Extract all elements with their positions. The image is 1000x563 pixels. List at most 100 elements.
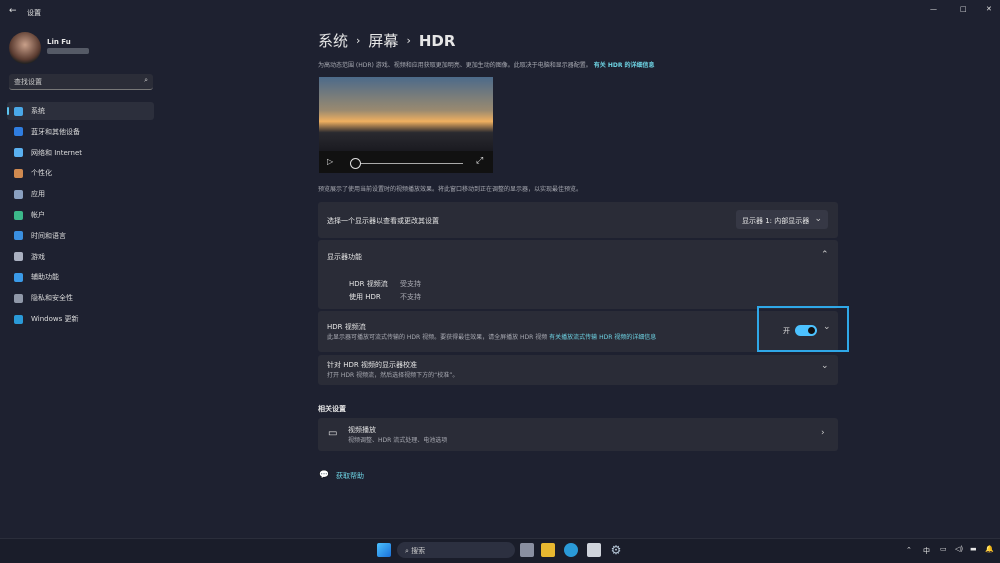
sidebar-item[interactable]: 蓝牙和其他设备 bbox=[7, 123, 154, 141]
sidebar-item[interactable]: 时间和语言 bbox=[7, 227, 154, 245]
user-email-redacted bbox=[47, 48, 89, 54]
nav-icon bbox=[14, 189, 23, 199]
capability-key: HDR 视频流 bbox=[349, 280, 388, 288]
breadcrumb: 系统 › 屏幕 › HDR bbox=[318, 30, 455, 51]
nav-icon bbox=[14, 252, 23, 262]
capability-key: 使用 HDR bbox=[349, 293, 381, 301]
hdr-info-link[interactable]: 有关 HDR 的详细信息 bbox=[594, 62, 655, 69]
sidebar-item[interactable]: 系统 bbox=[7, 102, 154, 120]
video-playback-row[interactable]: ▭ 视频播放 视频调整、HDR 流式处理、电池选项 › bbox=[318, 418, 838, 451]
nav-icon bbox=[14, 168, 23, 178]
taskbar-search-label: 搜索 bbox=[411, 547, 426, 555]
sidebar-item-label: 隐私和安全性 bbox=[31, 294, 73, 303]
search-icon: ⌕ bbox=[144, 76, 148, 84]
breadcrumb-display[interactable]: 屏幕 bbox=[368, 30, 398, 51]
sidebar-item[interactable]: 隐私和安全性 bbox=[7, 289, 154, 307]
nav-icon bbox=[14, 106, 23, 116]
breadcrumb-sep: › bbox=[356, 34, 361, 47]
calibration-title: 针对 HDR 视频的显示器校准 bbox=[327, 361, 417, 369]
sidebar-item-label: 个性化 bbox=[31, 169, 52, 178]
sidebar-item-label: 网络和 Internet bbox=[31, 148, 83, 157]
description-text: 为高动态范围 (HDR) 游戏、视频和应用获取更加明亮、更加生动的图像。此取决于… bbox=[318, 62, 592, 69]
display-dropdown-value: 显示器 1: 内部显示器 bbox=[742, 217, 810, 225]
battery-icon[interactable]: ▬ bbox=[970, 545, 977, 553]
avatar bbox=[9, 32, 41, 64]
preview-image bbox=[319, 77, 493, 151]
back-button[interactable]: ← bbox=[9, 6, 17, 16]
taskbar-search[interactable]: ⌕ 搜索 bbox=[397, 542, 515, 558]
video-preview[interactable]: ▷ ⤢ bbox=[319, 77, 493, 173]
close-button[interactable]: ✕ bbox=[986, 5, 992, 13]
preview-note: 预览展示了使用当前设置时的视频播放效果。将此窗口移动到正在调整的显示器，以实现最… bbox=[318, 186, 583, 193]
chevron-down-icon: ⌄ bbox=[814, 214, 822, 224]
sidebar-item-label: 辅助功能 bbox=[31, 273, 59, 282]
video-icon: ▭ bbox=[328, 428, 338, 439]
sidebar-item[interactable]: 帐户 bbox=[7, 206, 154, 224]
nav-icon bbox=[14, 293, 23, 303]
breadcrumb-sep: › bbox=[406, 34, 411, 47]
chevron-down-icon[interactable]: ⌄ bbox=[823, 322, 831, 332]
sidebar-item-label: 系统 bbox=[31, 107, 45, 115]
maximize-button[interactable]: □ bbox=[960, 5, 967, 13]
nav-icon bbox=[14, 231, 23, 241]
task-view-icon[interactable] bbox=[520, 543, 534, 557]
network-icon[interactable]: ▭ bbox=[940, 545, 947, 553]
sidebar-item-label: Windows 更新 bbox=[31, 315, 79, 323]
sidebar-item-label: 帐户 bbox=[31, 211, 45, 219]
sidebar-item-label: 蓝牙和其他设备 bbox=[31, 127, 80, 136]
video-playback-desc: 视频调整、HDR 流式处理、电池选项 bbox=[348, 437, 448, 444]
select-display-label: 选择一个显示器以查看或更改其设置 bbox=[327, 217, 439, 225]
hdr-calibration-row[interactable]: 针对 HDR 视频的显示器校准 打开 HDR 视频流，然后选择视频下方的“校准”… bbox=[318, 355, 838, 385]
hdr-stream-toggle[interactable] bbox=[795, 325, 817, 336]
title-bar: ← 设置 — □ ✕ bbox=[0, 0, 1000, 24]
start-icon[interactable] bbox=[377, 543, 391, 557]
store-icon[interactable] bbox=[587, 543, 601, 557]
chevron-right-icon: › bbox=[821, 428, 825, 438]
calibration-desc: 打开 HDR 视频流，然后选择视频下方的“校准”。 bbox=[327, 372, 459, 379]
play-icon[interactable]: ▷ bbox=[327, 157, 333, 166]
select-display-row: 选择一个显示器以查看或更改其设置 显示器 1: 内部显示器 ⌄ bbox=[318, 202, 838, 238]
sidebar-item[interactable]: 游戏 bbox=[7, 248, 154, 266]
tray-chevron-icon[interactable]: ⌃ bbox=[906, 546, 912, 554]
hdr-stream-desc-text: 此显示器可播放可流式传输的 HDR 视频。要获得最佳效果，请全屏播放 HDR 视… bbox=[327, 334, 548, 341]
display-capabilities-section: 显示器功能 ⌃ HDR 视频流 受支持 使用 HDR 不支持 bbox=[318, 240, 838, 309]
minimize-button[interactable]: — bbox=[930, 5, 937, 13]
capabilities-title: 显示器功能 bbox=[327, 253, 362, 261]
hdr-stream-desc: 此显示器可播放可流式传输的 HDR 视频。要获得最佳效果，请全屏播放 HDR 视… bbox=[327, 332, 656, 341]
user-name: Lin Fu bbox=[47, 38, 71, 46]
search-placeholder: 查找设置 bbox=[14, 78, 42, 86]
hdr-stream-link[interactable]: 有关播放流式传输 HDR 视频的详细信息 bbox=[549, 334, 656, 341]
sidebar-item[interactable]: 辅助功能 bbox=[7, 268, 154, 286]
video-playback-title: 视频播放 bbox=[348, 426, 376, 434]
seek-thumb[interactable] bbox=[350, 158, 361, 169]
nav-icon bbox=[14, 127, 23, 137]
display-dropdown[interactable]: 显示器 1: 内部显示器 ⌄ bbox=[736, 210, 828, 229]
sidebar-item[interactable]: 个性化 bbox=[7, 164, 154, 182]
window-title: 设置 bbox=[27, 9, 41, 17]
seek-bar[interactable] bbox=[355, 163, 463, 164]
sidebar-item[interactable]: 网络和 Internet bbox=[7, 144, 154, 162]
sidebar-item-label: 游戏 bbox=[31, 252, 45, 261]
file-explorer-icon[interactable] bbox=[541, 543, 555, 557]
get-help-link[interactable]: 获取帮助 bbox=[336, 471, 364, 481]
sidebar-item-label: 时间和语言 bbox=[31, 231, 66, 240]
capability-value: 不支持 bbox=[400, 293, 421, 301]
volume-icon[interactable]: ◁) bbox=[955, 545, 963, 553]
chevron-down-icon: ⌄ bbox=[821, 361, 829, 371]
hdr-stream-title: HDR 视频流 bbox=[327, 323, 366, 331]
ime-indicator[interactable]: 中 bbox=[923, 546, 930, 556]
settings-gear-icon[interactable]: ⚙ bbox=[609, 543, 623, 557]
breadcrumb-system[interactable]: 系统 bbox=[318, 30, 348, 51]
nav-icon bbox=[14, 314, 23, 324]
notification-icon[interactable]: 🔔 bbox=[985, 545, 994, 553]
chevron-up-icon[interactable]: ⌃ bbox=[821, 250, 829, 260]
sidebar-item[interactable]: 应用 bbox=[7, 185, 154, 203]
description: 为高动态范围 (HDR) 游戏、视频和应用获取更加明亮、更加生动的图像。此取决于… bbox=[318, 60, 655, 69]
fullscreen-icon[interactable]: ⤢ bbox=[476, 156, 483, 166]
nav-icon bbox=[14, 148, 23, 158]
edge-icon[interactable] bbox=[564, 543, 578, 557]
sidebar-item[interactable]: Windows 更新 bbox=[7, 310, 154, 328]
capability-value: 受支持 bbox=[400, 280, 421, 288]
search-input[interactable]: 查找设置 ⌕ bbox=[9, 74, 153, 90]
sidebar-item-label: 应用 bbox=[31, 190, 45, 199]
